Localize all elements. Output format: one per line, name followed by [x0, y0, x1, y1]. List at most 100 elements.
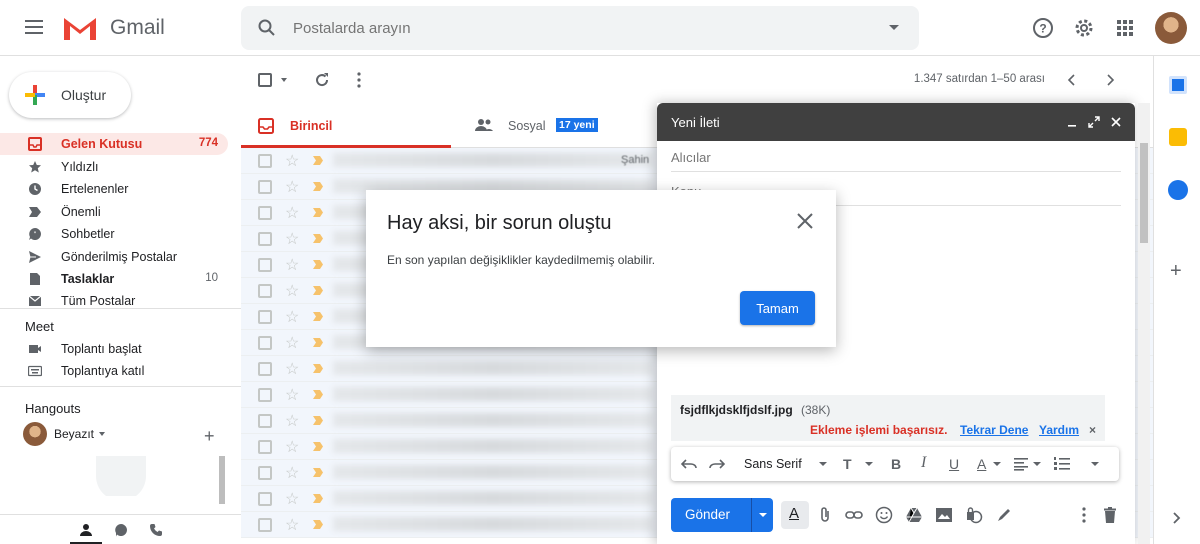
main-menu-button[interactable]: [22, 16, 46, 40]
important-marker-icon[interactable]: [313, 182, 323, 191]
send-options-chevron-down-icon[interactable]: [759, 513, 767, 517]
select-all-checkbox[interactable]: [258, 73, 272, 87]
row-checkbox[interactable]: [258, 206, 272, 220]
align-chevron-down-icon[interactable]: [1033, 462, 1041, 466]
star-icon[interactable]: ☆: [285, 359, 299, 379]
scrollbar-thumb[interactable]: [1140, 143, 1148, 243]
important-marker-icon[interactable]: [313, 208, 323, 217]
row-checkbox[interactable]: [258, 362, 272, 376]
remove-attachment-close-icon[interactable]: ×: [1089, 423, 1096, 437]
row-checkbox[interactable]: [258, 284, 272, 298]
keep-icon[interactable]: [1169, 128, 1187, 146]
minimize-icon[interactable]: [1065, 115, 1079, 129]
close-icon[interactable]: [1109, 115, 1123, 129]
important-marker-icon[interactable]: [313, 312, 323, 321]
row-checkbox[interactable]: [258, 336, 272, 350]
refresh-icon[interactable]: [313, 71, 331, 89]
discard-trash-icon[interactable]: [1101, 506, 1119, 524]
gmail-logo[interactable]: [62, 14, 98, 42]
sidebar-item-drafts[interactable]: Taslaklar 10: [0, 268, 228, 290]
numbered-list-icon[interactable]: [1053, 456, 1071, 472]
text-size-icon[interactable]: T: [843, 456, 852, 472]
google-drive-icon[interactable]: [905, 506, 923, 524]
star-icon[interactable]: ☆: [285, 229, 299, 249]
row-checkbox[interactable]: [258, 492, 272, 506]
important-marker-icon[interactable]: [313, 468, 323, 477]
star-icon[interactable]: ☆: [285, 385, 299, 405]
star-icon[interactable]: ☆: [285, 151, 299, 171]
more-formatting-chevron-down-icon[interactable]: [1091, 462, 1099, 466]
row-checkbox[interactable]: [258, 258, 272, 272]
star-icon[interactable]: ☆: [285, 307, 299, 327]
important-marker-icon[interactable]: [313, 338, 323, 347]
add-contact-plus-icon[interactable]: +: [204, 426, 215, 447]
tasks-icon[interactable]: [1168, 180, 1188, 200]
search-input[interactable]: [293, 16, 853, 40]
person-icon[interactable]: [79, 523, 93, 537]
attach-file-icon[interactable]: [816, 506, 834, 524]
sidebar-item-sent[interactable]: Gönderilmiş Postalar: [0, 246, 228, 268]
font-chevron-down-icon[interactable]: [819, 462, 827, 466]
close-icon[interactable]: [794, 210, 816, 232]
chevron-right-icon[interactable]: [1171, 511, 1183, 525]
row-checkbox[interactable]: [258, 232, 272, 246]
row-checkbox[interactable]: [258, 518, 272, 532]
important-marker-icon[interactable]: [313, 494, 323, 503]
color-chevron-down-icon[interactable]: [993, 462, 1001, 466]
expand-icon[interactable]: [1087, 115, 1101, 129]
bold-icon[interactable]: B: [891, 456, 901, 472]
search-icon[interactable]: [257, 18, 277, 38]
row-checkbox[interactable]: [258, 440, 272, 454]
select-menu-chevron-down-icon[interactable]: [281, 78, 287, 82]
insert-photo-icon[interactable]: [935, 506, 953, 524]
star-icon[interactable]: ☆: [285, 333, 299, 353]
sidebar-item-chats[interactable]: " Sohbetler: [0, 223, 228, 245]
sidebar-item-inbox[interactable]: Gelen Kutusu 774: [0, 133, 228, 155]
search-bar[interactable]: [241, 6, 919, 50]
size-chevron-down-icon[interactable]: [865, 462, 873, 466]
recipients-field[interactable]: [671, 144, 1121, 172]
insert-link-icon[interactable]: [845, 506, 863, 524]
star-icon[interactable]: ☆: [285, 463, 299, 483]
align-icon[interactable]: [1013, 457, 1029, 471]
settings-gear-icon[interactable]: [1072, 16, 1096, 40]
sidebar-item-starred[interactable]: Yıldızlı: [0, 156, 228, 178]
star-icon[interactable]: ☆: [285, 411, 299, 431]
row-checkbox[interactable]: [258, 388, 272, 402]
ok-button[interactable]: Tamam: [740, 291, 815, 325]
add-addon-plus-icon[interactable]: +: [1170, 260, 1182, 283]
more-vert-icon[interactable]: [353, 71, 365, 89]
important-marker-icon[interactable]: [313, 442, 323, 451]
sidebar-item-join-meeting[interactable]: Toplantıya katıl: [0, 360, 228, 382]
compose-header[interactable]: Yeni İleti: [657, 103, 1135, 141]
important-marker-icon[interactable]: [313, 234, 323, 243]
redo-icon[interactable]: [709, 457, 725, 471]
chevron-right-icon[interactable]: [1103, 73, 1117, 87]
tab-social[interactable]: Sosyal 17 yeni: [473, 104, 673, 148]
underline-icon[interactable]: U: [949, 456, 959, 472]
star-icon[interactable]: ☆: [285, 515, 299, 535]
row-checkbox[interactable]: [258, 180, 272, 194]
send-button[interactable]: Gönder: [671, 498, 773, 532]
row-checkbox[interactable]: [258, 414, 272, 428]
emoji-icon[interactable]: [875, 506, 893, 524]
sidebar-item-important[interactable]: Önemli: [0, 201, 228, 223]
row-checkbox[interactable]: [258, 466, 272, 480]
hangouts-scrollbar[interactable]: [219, 456, 225, 504]
formatting-toggle-button[interactable]: A: [781, 501, 809, 529]
star-icon[interactable]: ☆: [285, 281, 299, 301]
important-marker-icon[interactable]: [313, 364, 323, 373]
account-avatar[interactable]: [1155, 12, 1187, 44]
tab-primary[interactable]: Birincil: [241, 104, 451, 148]
apps-grid-icon[interactable]: [1113, 16, 1137, 40]
star-icon[interactable]: ☆: [285, 489, 299, 509]
compose-scrollbar[interactable]: [1138, 103, 1150, 544]
help-link[interactable]: Yardım: [1039, 423, 1079, 437]
hangouts-user[interactable]: Beyazıt: [23, 422, 223, 446]
star-icon[interactable]: ☆: [285, 177, 299, 197]
retry-link[interactable]: Tekrar Dene: [960, 423, 1028, 437]
row-checkbox[interactable]: [258, 310, 272, 324]
important-marker-icon[interactable]: [313, 520, 323, 529]
row-checkbox[interactable]: [258, 154, 272, 168]
important-marker-icon[interactable]: [313, 390, 323, 399]
